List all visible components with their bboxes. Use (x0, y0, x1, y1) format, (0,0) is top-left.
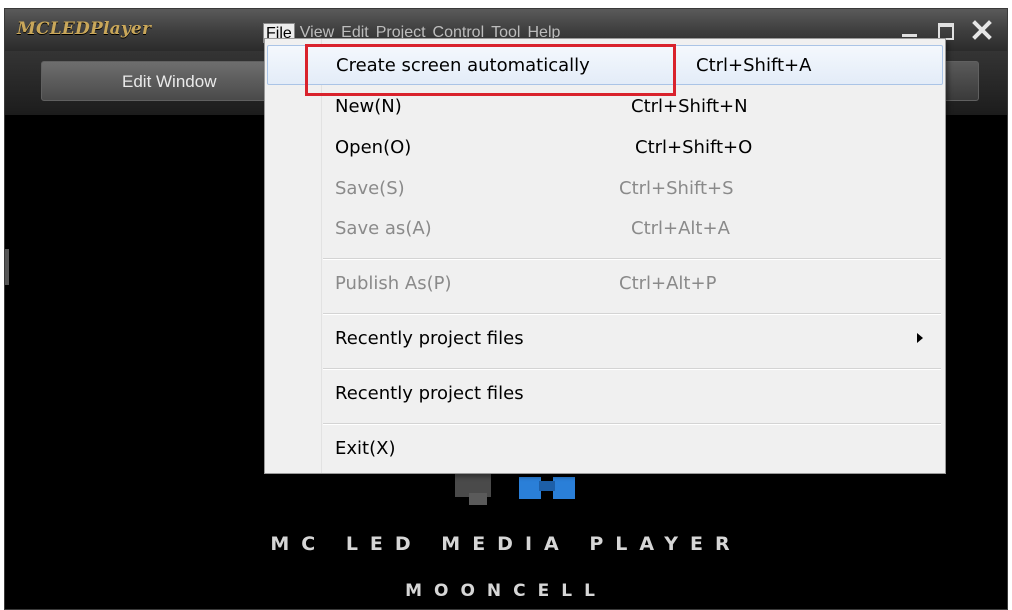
menu-item-exit[interactable]: Exit(X) (265, 429, 945, 469)
menu-item-label: Save as(A) (335, 218, 432, 239)
edit-window-tab-label: Edit Window (122, 72, 217, 91)
menu-item-label: Save(S) (335, 178, 405, 199)
menu-item-save-as: Save as(A) Ctrl+Alt+A (265, 209, 945, 249)
edit-window-tab[interactable]: Edit Window (41, 61, 271, 101)
menu-item-recent[interactable]: Recently project files (265, 374, 945, 414)
splash-subtitle: MOONCELL (405, 581, 607, 601)
menu-item-publish-as: Publish As(P) Ctrl+Alt+P (265, 264, 945, 304)
menu-item-shortcut: Ctrl+Shift+A (696, 55, 812, 76)
logo-icon (455, 471, 575, 505)
menu-item-label: Exit(X) (335, 438, 396, 459)
menu-item-recent-submenu[interactable]: Recently project files (265, 319, 945, 359)
menu-item-label: New(N) (335, 96, 402, 117)
menu-item-shortcut: Ctrl+Shift+O (635, 137, 753, 158)
menu-item-shortcut: Ctrl+Shift+S (619, 178, 734, 199)
menu-item-save: Save(S) Ctrl+Shift+S (265, 169, 945, 209)
file-menu-dropdown: Create screen automatically Ctrl+Shift+A… (264, 38, 946, 474)
app-title: MCLEDPlayer (17, 19, 152, 39)
menu-item-label: Open(O) (335, 137, 412, 158)
menu-separator (323, 258, 941, 260)
highlight-annotation-box (305, 44, 676, 96)
submenu-arrow-icon (917, 333, 923, 343)
menu-item-shortcut: Ctrl+Alt+A (631, 218, 730, 239)
menu-item-shortcut: Ctrl+Shift+N (631, 96, 748, 117)
splash-title: MC LED MEDIA PLAYER (270, 533, 742, 555)
menu-separator (323, 313, 941, 315)
close-icon[interactable] (971, 19, 993, 41)
menu-separator (323, 368, 941, 370)
menu-item-open[interactable]: Open(O) Ctrl+Shift+O (265, 128, 945, 168)
menu-item-label: Publish As(P) (335, 273, 452, 294)
menu-item-label: Recently project files (335, 383, 524, 404)
side-splitter[interactable] (5, 249, 9, 285)
menu-separator (323, 423, 941, 425)
menu-item-shortcut: Ctrl+Alt+P (619, 273, 717, 294)
menu-item-label: Recently project files (335, 328, 524, 349)
